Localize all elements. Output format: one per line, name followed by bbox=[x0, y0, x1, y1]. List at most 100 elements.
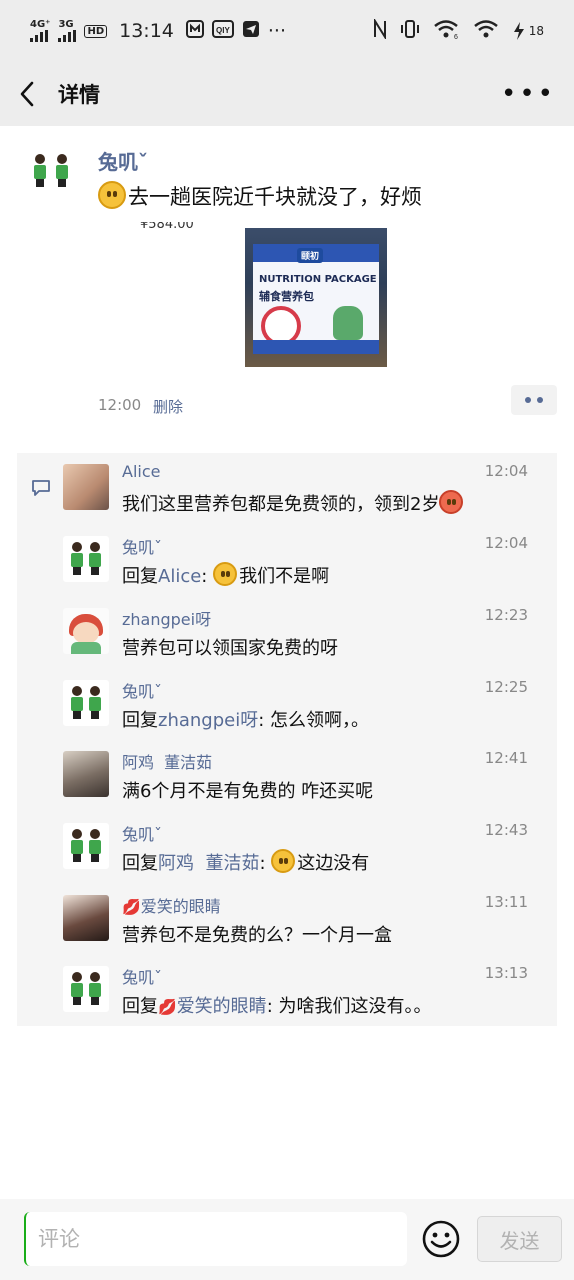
reply-target[interactable]: 阿鸡 董洁茹 bbox=[158, 853, 259, 874]
comment-time: 12:04 bbox=[484, 534, 528, 552]
commenter-name[interactable]: Alice bbox=[122, 462, 160, 481]
comment-text: 满6个月不是有免费的 咋还买呢 bbox=[122, 777, 373, 803]
comment-item[interactable]: zhangpei呀 12:23 营养包可以领国家免费的呀 bbox=[17, 597, 557, 667]
reply-prefix: 回复 bbox=[122, 710, 158, 731]
commenter-name[interactable]: 兔叽ˇ bbox=[122, 678, 162, 702]
flushed-emoji-icon bbox=[213, 562, 238, 586]
comment-text: 回复Alice: 我们不是啊 bbox=[122, 562, 329, 588]
like-comment-button[interactable] bbox=[511, 385, 557, 415]
product-box: 颐初 NUTRITION PACKAGE 辅食营养包 bbox=[253, 244, 379, 354]
wifi-6-icon: 6 bbox=[433, 19, 461, 44]
commenter-name[interactable]: 兔叽ˇ bbox=[122, 821, 162, 845]
comment-text: 我们这里营养包都是免费领的，领到2岁 bbox=[122, 490, 465, 516]
comment-time: 13:11 bbox=[484, 893, 528, 911]
delete-button[interactable]: 删除 bbox=[153, 396, 183, 417]
comment-item[interactable]: 兔叽ˇ 12:04 回复Alice: 我们不是啊 bbox=[17, 525, 557, 595]
product-title: NUTRITION PACKAGE bbox=[259, 274, 377, 285]
status-time: 13:14 bbox=[119, 20, 174, 42]
post-time: 12:00 bbox=[98, 396, 142, 414]
commenter-name[interactable]: 兔叽ˇ bbox=[122, 964, 162, 988]
back-button[interactable] bbox=[18, 79, 40, 109]
chevron-left-icon bbox=[20, 81, 34, 107]
comment-text: 营养包不是免费的么？一个月一盒 bbox=[122, 921, 392, 947]
commenter-avatar[interactable] bbox=[63, 536, 109, 582]
comment-item[interactable]: Alice 12:04 我们这里营养包都是免费领的，领到2岁 bbox=[17, 453, 557, 523]
battery-icon: 18 bbox=[511, 21, 544, 41]
comment-input[interactable] bbox=[24, 1212, 407, 1266]
comment-body: 我们这里营养包都是免费领的，领到2岁 bbox=[122, 494, 440, 515]
header: 详情 ••• bbox=[0, 62, 574, 126]
cellular-signal-2: 3G bbox=[58, 19, 77, 42]
reply-prefix: 回复 bbox=[122, 566, 158, 587]
commenter-avatar[interactable] bbox=[63, 823, 109, 869]
reply-colon: : bbox=[201, 566, 214, 587]
svg-text:QIY: QIY bbox=[216, 26, 230, 35]
red-face-emoji-icon bbox=[439, 490, 464, 514]
emoji-button[interactable] bbox=[421, 1219, 461, 1259]
reply-prefix: 回复 bbox=[122, 853, 158, 874]
reply-colon: : bbox=[258, 710, 271, 731]
comment-text: 回复💋爱笑的眼睛: 为啥我们这没有。。 bbox=[122, 992, 431, 1018]
commenter-avatar[interactable] bbox=[63, 464, 109, 510]
lips-icon: 💋 bbox=[158, 998, 177, 1016]
post-text: 去一趟医院近千块就没了，好烦 bbox=[98, 181, 422, 211]
commenter-avatar[interactable] bbox=[63, 895, 109, 941]
commenter-name[interactable]: zhangpei呀 bbox=[122, 606, 211, 630]
iqiyi-icon: QIY bbox=[211, 19, 234, 43]
comment-item[interactable]: 阿鸡 董洁茹 12:41 满6个月不是有免费的 咋还买呢 bbox=[17, 740, 557, 810]
comment-text: 回复阿鸡 董洁茹: 这边没有 bbox=[122, 849, 369, 875]
reply-target[interactable]: 💋爱笑的眼睛 bbox=[158, 996, 267, 1017]
reply-colon: : bbox=[259, 853, 272, 874]
product-subtitle: 辅食营养包 bbox=[259, 290, 314, 303]
signal-bars-icon bbox=[58, 30, 77, 42]
comment-time: 12:25 bbox=[484, 678, 528, 696]
page-title: 详情 bbox=[58, 83, 100, 107]
comment-body: 营养包不是免费的么？一个月一盒 bbox=[122, 925, 392, 946]
comment-body: 这边没有 bbox=[297, 853, 370, 874]
comment-time: 12:43 bbox=[484, 821, 528, 839]
reply-target-name: 爱笑的眼睛 bbox=[176, 996, 267, 1017]
more-options-button[interactable]: ••• bbox=[501, 79, 556, 109]
commenter-name[interactable]: 阿鸡 董洁茹 bbox=[122, 749, 212, 773]
product-brand: 颐初 bbox=[297, 248, 324, 263]
comment-time: 12:04 bbox=[484, 462, 528, 480]
author-avatar[interactable] bbox=[22, 148, 80, 206]
cropped-price-text: ¥584.00 bbox=[140, 222, 194, 232]
battery-level: 18 bbox=[528, 24, 544, 38]
reply-target[interactable]: Alice bbox=[158, 566, 201, 587]
commenter-avatar[interactable] bbox=[63, 680, 109, 726]
commenter-avatar[interactable] bbox=[63, 751, 109, 797]
commenter-name[interactable]: 兔叽ˇ bbox=[122, 534, 162, 558]
reply-prefix: 回复 bbox=[122, 996, 158, 1017]
svg-text:6: 6 bbox=[454, 34, 458, 39]
send-button[interactable]: 发送 bbox=[477, 1216, 562, 1262]
commenter-name: 爱笑的眼睛 bbox=[140, 897, 221, 916]
commenter-avatar[interactable] bbox=[63, 966, 109, 1012]
comment-text: 营养包可以领国家免费的呀 bbox=[122, 634, 338, 660]
network-label-1: 4G⁺ bbox=[30, 19, 51, 30]
comment-body: 我们不是啊 bbox=[239, 566, 330, 587]
comment-body: 满6个月不是有免费的 咋还买呢 bbox=[122, 781, 374, 802]
smiley-icon bbox=[422, 1220, 460, 1258]
more-notifications-icon: ··· bbox=[267, 20, 287, 42]
commenter-name-wrap[interactable]: 💋爱笑的眼睛 bbox=[122, 893, 221, 917]
status-right: 6 18 bbox=[373, 17, 544, 44]
telegram-icon bbox=[242, 20, 260, 43]
comment-item[interactable]: 💋爱笑的眼睛 13:11 营养包不是免费的么？一个月一盒 bbox=[17, 884, 557, 954]
comment-item[interactable]: 兔叽ˇ 13:13 回复💋爱笑的眼睛: 为啥我们这没有。。 bbox=[17, 955, 557, 1025]
comment-item[interactable]: 兔叽ˇ 12:43 回复阿鸡 董洁茹: 这边没有 bbox=[17, 812, 557, 882]
comment-text: 回复zhangpei呀: 怎么领啊，。 bbox=[122, 706, 369, 732]
reply-target[interactable]: zhangpei呀 bbox=[158, 710, 258, 731]
wifi-icon bbox=[473, 19, 499, 44]
post-image[interactable]: 颐初 NUTRITION PACKAGE 辅食营养包 bbox=[245, 228, 387, 367]
author-name[interactable]: 兔叽ˇ bbox=[98, 146, 148, 175]
commenter-avatar[interactable] bbox=[63, 608, 109, 654]
network-label-2: 3G bbox=[58, 19, 74, 30]
comment-body: 怎么领啊，。 bbox=[270, 710, 370, 731]
comment-item[interactable]: 兔叽ˇ 12:25 回复zhangpei呀: 怎么领啊，。 bbox=[17, 669, 557, 739]
reply-colon: : bbox=[266, 996, 279, 1017]
comments-panel: Alice 12:04 我们这里营养包都是免费领的，领到2岁 兔叽ˇ 12:04… bbox=[17, 453, 557, 1026]
comment-time: 12:23 bbox=[484, 606, 528, 624]
hd-badge: HD bbox=[84, 24, 108, 38]
nfc-icon bbox=[373, 17, 387, 44]
